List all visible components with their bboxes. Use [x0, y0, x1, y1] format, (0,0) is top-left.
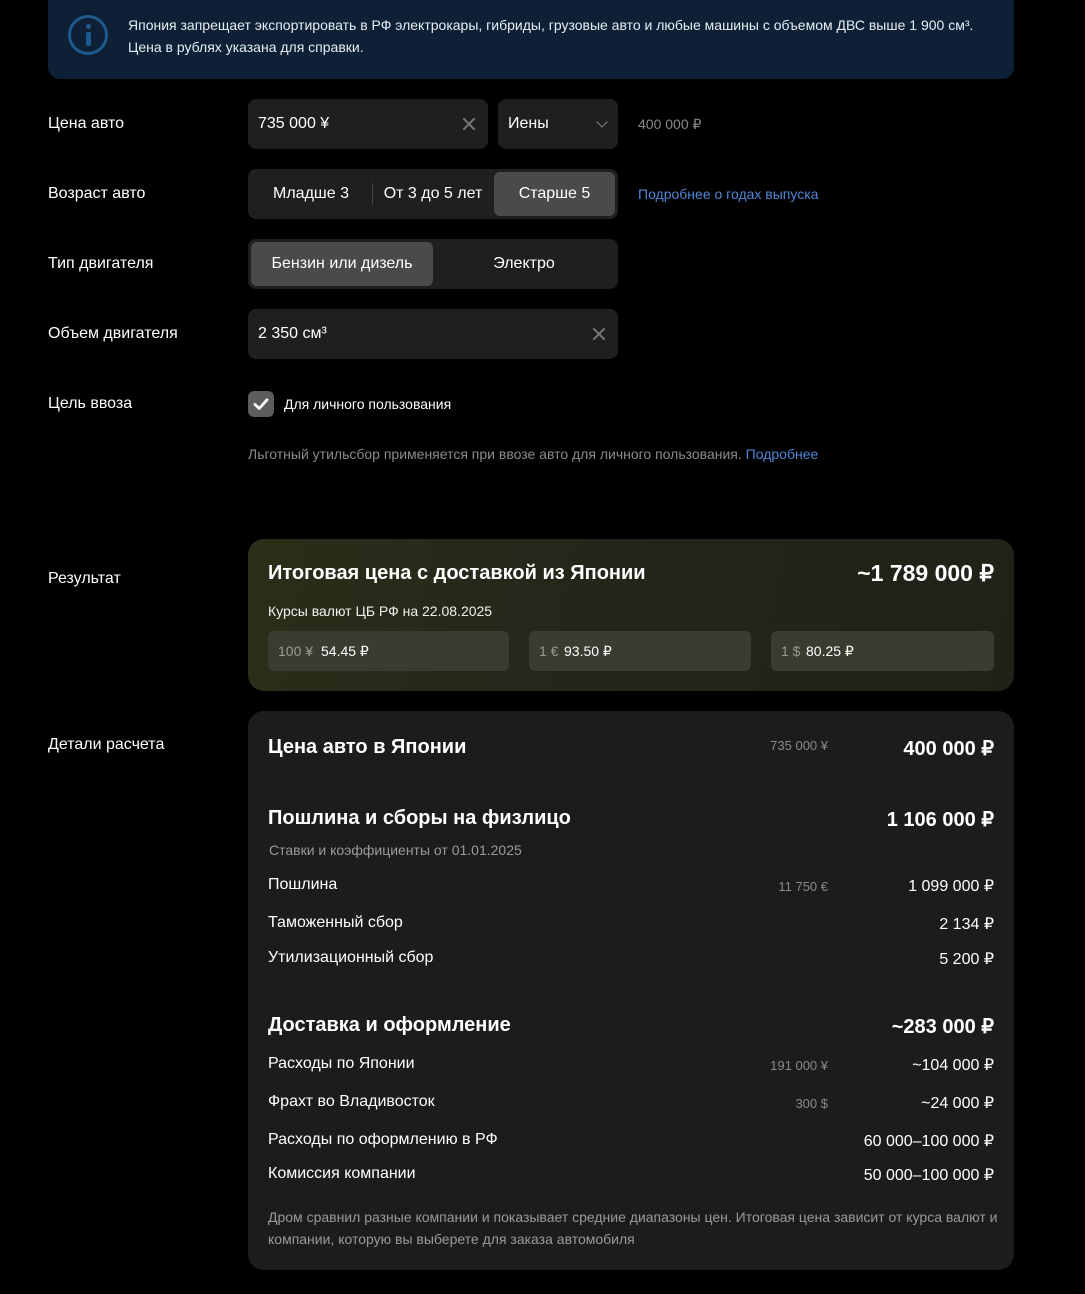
detail-row-orig: 11 750 €	[778, 879, 828, 894]
car-price-orig: 735 000 ¥	[770, 738, 828, 753]
info-banner: Япония запрещает экспортировать в РФ эле…	[48, 0, 1014, 79]
duty-subtitle: Ставки и коэффициенты от 01.01.2025	[269, 842, 522, 858]
details-card: Цена авто в Японии 735 000 ¥ 400 000 ₽ П…	[248, 711, 1014, 1270]
detail-row-value: ~24 000 ₽	[921, 1095, 994, 1112]
delivery-title: Доставка и оформление	[268, 1014, 511, 1036]
engine-option-electric[interactable]: Электро	[433, 242, 615, 286]
price-input[interactable]: 735 000 ¥	[248, 99, 488, 149]
rate-unit: 1 $	[781, 643, 801, 659]
purpose-note-link[interactable]: Подробнее	[746, 446, 819, 462]
banner-text: Япония запрещает экспортировать в РФ эле…	[128, 14, 998, 58]
delivery-value: ~283 000 ₽	[891, 1016, 994, 1038]
rates-title: Курсы валют ЦБ РФ на 22.08.2025	[268, 603, 493, 619]
car-price-value: 400 000 ₽	[903, 738, 994, 760]
purpose-note-text: Льготный утильсбор применяется при ввозе…	[248, 446, 742, 462]
detail-row-label: Расходы по оформлению в РФ	[268, 1131, 498, 1148]
rate-value: 93.50 ₽	[564, 643, 612, 659]
rate-jpy: 100 ¥ 54.45 ₽	[268, 631, 509, 671]
rate-value: 54.45 ₽	[321, 643, 369, 659]
engine-segmented-control: Бензин или дизель Электро	[248, 239, 618, 289]
detail-row-label: Утилизационный сбор	[268, 949, 434, 966]
details-label: Детали расчета	[48, 736, 165, 753]
age-option-3-to-5[interactable]: От 3 до 5 лет	[373, 172, 493, 216]
details-footnote: Дром сравнил разные компании и показывае…	[268, 1209, 998, 1247]
rate-unit: 1 €	[539, 643, 559, 659]
rate-eur: 1 € 93.50 ₽	[529, 631, 751, 671]
rate-unit: 100 ¥	[278, 643, 314, 659]
price-rub-hint: 400 000 ₽	[638, 116, 702, 132]
engine-volume-input[interactable]: 2 350 см³	[248, 309, 618, 359]
detail-row-value: 1 099 000 ₽	[908, 878, 994, 895]
engine-label: Тип двигателя	[48, 255, 154, 272]
check-icon	[253, 398, 269, 410]
rate-value: 80.25 ₽	[806, 643, 854, 659]
purpose-note: Льготный утильсбор применяется при ввозе…	[248, 446, 818, 462]
detail-row-label: Таможенный сбор	[268, 914, 403, 931]
detail-row-label: Фрахт во Владивосток	[268, 1093, 435, 1110]
detail-row-label: Пошлина	[268, 876, 338, 893]
age-segmented-control: Младше 3 От 3 до 5 лет Старше 5	[248, 169, 618, 219]
banner-line-1: Япония запрещает экспортировать в РФ эле…	[128, 17, 974, 33]
price-value: 735 000 ¥	[258, 115, 330, 132]
info-icon	[68, 15, 108, 55]
age-info-link[interactable]: Подробнее о годах выпуска	[638, 186, 818, 202]
duty-title: Пошлина и сборы на физлицо	[268, 807, 571, 829]
detail-row-value: ~104 000 ₽	[912, 1057, 994, 1074]
personal-use-checkbox[interactable]	[248, 391, 274, 417]
detail-row-value: 2 134 ₽	[939, 916, 994, 933]
result-label: Результат	[48, 570, 121, 587]
duty-value: 1 106 000 ₽	[886, 809, 994, 831]
detail-row-label: Комиссия компании	[268, 1165, 416, 1182]
volume-value: 2 350 см³	[258, 325, 327, 342]
rate-usd: 1 $ 80.25 ₽	[771, 631, 994, 671]
result-title: Итоговая цена с доставкой из Японии	[268, 562, 646, 584]
personal-use-label[interactable]: Для личного пользования	[284, 396, 451, 412]
detail-row-orig: 191 000 ¥	[770, 1058, 828, 1073]
detail-row-orig: 300 $	[795, 1096, 828, 1111]
engine-option-petrol-diesel[interactable]: Бензин или дизель	[251, 242, 433, 286]
purpose-label: Цель ввоза	[48, 395, 133, 412]
result-card: Итоговая цена с доставкой из Японии ~1 7…	[248, 539, 1014, 691]
banner-line-2: Цена в рублях указана для справки.	[128, 39, 364, 55]
clear-icon[interactable]	[590, 325, 608, 343]
detail-row-value: 5 200 ₽	[939, 951, 994, 968]
detail-row-label: Расходы по Японии	[268, 1055, 415, 1072]
age-label: Возраст авто	[48, 185, 146, 202]
chevron-down-icon	[596, 116, 608, 128]
volume-label: Объем двигателя	[48, 325, 178, 342]
age-option-over-5[interactable]: Старше 5	[494, 172, 615, 216]
clear-icon[interactable]	[460, 115, 478, 133]
currency-select[interactable]: Иены	[498, 99, 618, 149]
detail-row-value: 60 000–100 000 ₽	[863, 1133, 994, 1150]
price-label: Цена авто	[48, 115, 125, 132]
detail-row-value: 50 000–100 000 ₽	[863, 1167, 994, 1184]
currency-value: Иены	[508, 115, 549, 132]
age-option-under-3[interactable]: Младше 3	[251, 172, 371, 216]
result-total: ~1 789 000 ₽	[857, 560, 994, 586]
car-price-title: Цена авто в Японии	[268, 736, 467, 758]
